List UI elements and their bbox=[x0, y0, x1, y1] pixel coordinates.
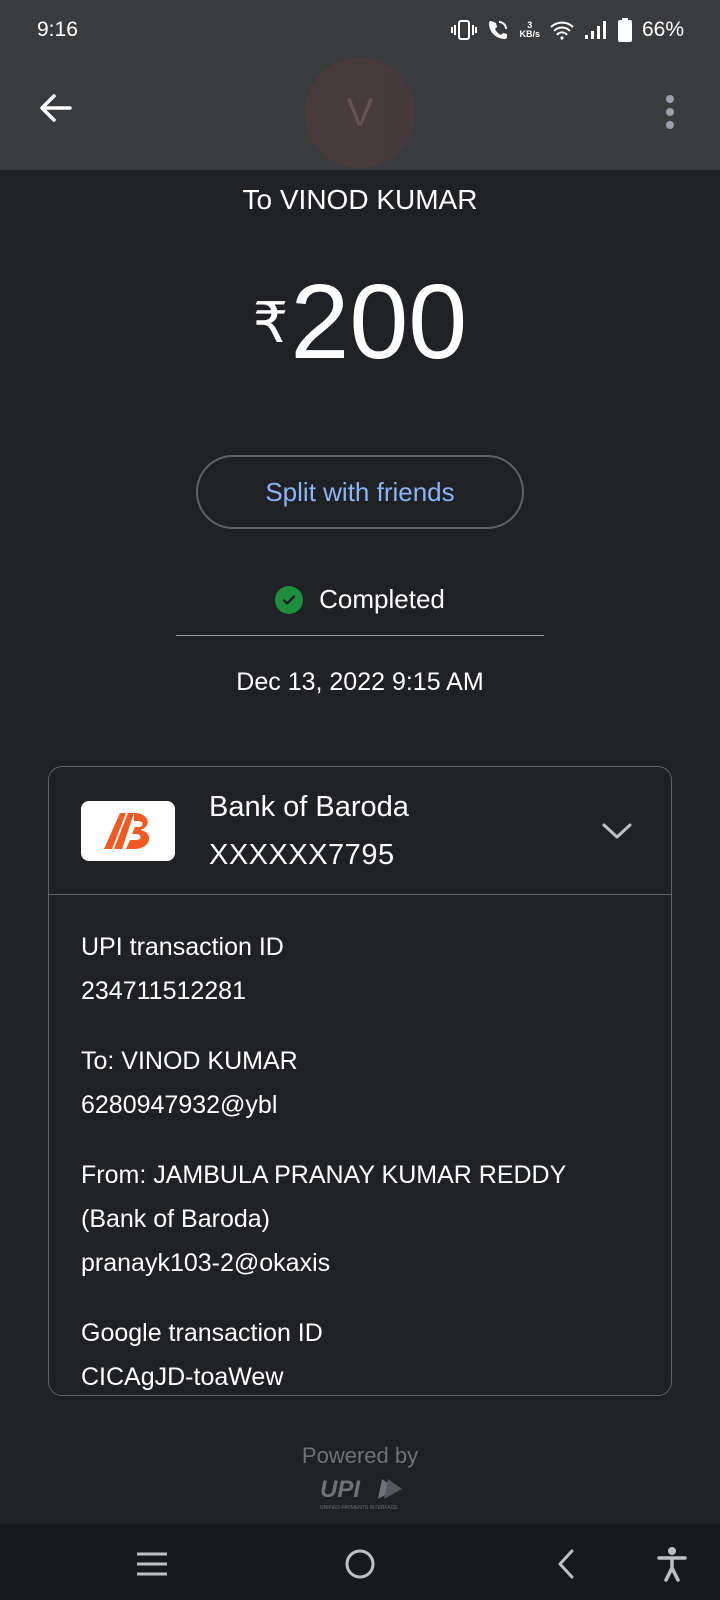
battery-percent: 66% bbox=[641, 18, 684, 41]
split-with-friends-button[interactable]: Split with friends bbox=[196, 455, 524, 529]
currency-symbol: ₹ bbox=[252, 291, 289, 354]
accessibility-icon bbox=[657, 1547, 687, 1582]
system-nav-bar bbox=[0, 1524, 720, 1600]
nav-home-button[interactable] bbox=[334, 1538, 386, 1590]
check-circle-icon bbox=[275, 585, 304, 614]
upi-transaction-label: UPI transaction ID bbox=[81, 933, 284, 961]
bank-account-number: XXXXXX7795 bbox=[209, 839, 395, 871]
more-options-button[interactable] bbox=[648, 86, 692, 138]
divider bbox=[176, 635, 544, 636]
chevron-left-icon bbox=[558, 1549, 574, 1579]
bank-name: Bank of Baroda bbox=[209, 791, 409, 823]
upi-tagline: UNIFIED PAYMENTS INTERFACE bbox=[320, 1505, 398, 1511]
nav-back-button[interactable] bbox=[540, 1538, 592, 1590]
from-bank: (Bank of Baroda) bbox=[81, 1205, 270, 1233]
nav-recents-button[interactable] bbox=[126, 1538, 178, 1590]
payment-datetime: Dec 13, 2022 9:15 AM bbox=[236, 668, 484, 696]
to-name: To: VINOD KUMAR bbox=[81, 1047, 298, 1075]
from-name: From: JAMBULA PRANAY KUMAR REDDY bbox=[81, 1161, 567, 1189]
from-upi-id: pranayk103-2@okaxis bbox=[81, 1249, 331, 1277]
status-text: Completed bbox=[319, 584, 445, 614]
nav-accessibility-button[interactable] bbox=[646, 1538, 698, 1590]
status-icons: 3 KB/s 66% bbox=[451, 18, 684, 42]
net-speed-indicator: 3 KB/s bbox=[519, 21, 540, 39]
status-time: 9:16 bbox=[37, 18, 78, 41]
status-bar: 9:16 3 KB/s 66% bbox=[0, 0, 720, 60]
payment-amount: ₹ 200 bbox=[0, 262, 720, 382]
net-speed-unit: KB/s bbox=[519, 29, 540, 39]
to-group: To: VINOD KUMAR 6280947932@ybl bbox=[81, 1039, 641, 1127]
more-vert-icon bbox=[666, 95, 674, 129]
google-transaction-id: CICAgJD-toaWew bbox=[81, 1363, 284, 1391]
arrow-left-icon bbox=[40, 94, 72, 122]
vibrate-icon bbox=[451, 19, 478, 41]
signal-icon bbox=[584, 20, 608, 40]
chevron-down-icon bbox=[602, 823, 632, 839]
upi-transaction-id: 234711512281 bbox=[81, 977, 246, 1005]
back-button[interactable] bbox=[30, 82, 82, 134]
avatar-letter: V bbox=[346, 90, 374, 135]
payment-status: Completed bbox=[0, 584, 720, 615]
home-circle-icon bbox=[345, 1549, 375, 1579]
google-transaction-label: Google transaction ID bbox=[81, 1319, 323, 1347]
wifi-icon bbox=[550, 20, 574, 40]
app-bar: V bbox=[0, 58, 720, 170]
upi-logo-text: UPI bbox=[320, 1476, 361, 1503]
to-upi-id: 6280947932@ybl bbox=[81, 1091, 278, 1119]
bank-of-baroda-logo bbox=[81, 801, 175, 861]
menu-icon bbox=[137, 1552, 167, 1576]
from-group: From: JAMBULA PRANAY KUMAR REDDY (Bank o… bbox=[81, 1153, 641, 1285]
wifi-calling-icon bbox=[487, 19, 509, 41]
recipient-title: To VINOD KUMAR bbox=[242, 184, 478, 215]
powered-by-text: Powered by bbox=[301, 1443, 419, 1468]
expand-toggle[interactable] bbox=[597, 811, 637, 851]
upi-transaction-group: UPI transaction ID 234711512281 bbox=[81, 925, 641, 1013]
google-transaction-group: Google transaction ID CICAgJD-toaWew bbox=[81, 1311, 641, 1399]
transaction-details: UPI transaction ID 234711512281 To: VINO… bbox=[81, 925, 641, 1425]
battery-icon bbox=[617, 18, 632, 42]
avatar: V bbox=[305, 58, 415, 168]
bank-account-header[interactable]: Bank of Baroda XXXXXX7795 bbox=[49, 767, 671, 895]
upi-logo: UPI UNIFIED PAYMENTS INTERFACE bbox=[316, 1473, 406, 1513]
amount-value: 200 bbox=[290, 263, 468, 381]
bank-details-card: Bank of Baroda XXXXXX7795 UPI transactio… bbox=[48, 766, 672, 1396]
